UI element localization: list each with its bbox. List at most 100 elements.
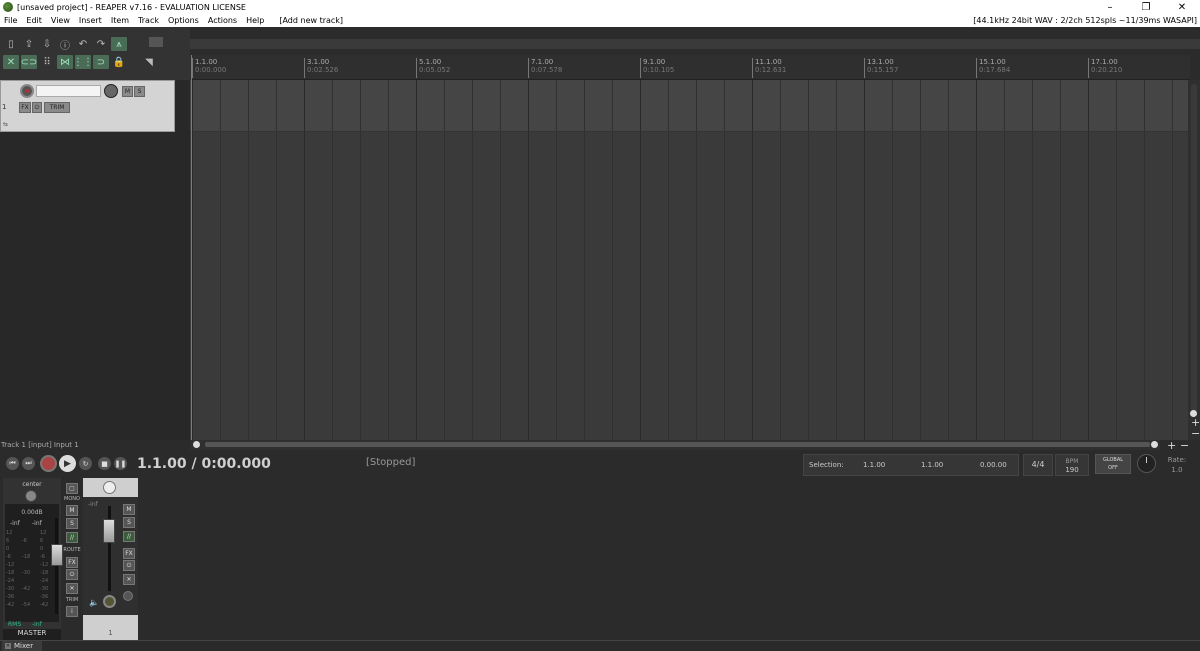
bpm-value[interactable]: 190 bbox=[1056, 466, 1088, 475]
minimize-button[interactable]: – bbox=[1092, 2, 1128, 13]
master-trim-button[interactable]: TRIM bbox=[63, 597, 81, 603]
master-solo-button[interactable]: S bbox=[66, 518, 78, 529]
menu-view[interactable]: View bbox=[47, 16, 75, 25]
menu-insert[interactable]: Insert bbox=[75, 16, 107, 25]
menu-edit[interactable]: Edit bbox=[22, 16, 47, 25]
menu-track[interactable]: Track bbox=[134, 16, 164, 25]
mono-button[interactable]: MONO bbox=[63, 496, 81, 502]
track-1-phase-icon[interactable]: // bbox=[123, 531, 135, 542]
selection-length[interactable]: 0.00.00 bbox=[980, 461, 1007, 469]
timeline-ruler[interactable]: 1.1.00 0:00.000 3.1.00 0:02.526 5.1.00 0:05… bbox=[190, 55, 1190, 80]
master-fader[interactable] bbox=[51, 544, 63, 566]
ripple-edit-icon[interactable]: ⊂⊃ bbox=[21, 55, 37, 69]
save-project-icon[interactable]: ⇩ bbox=[39, 37, 55, 51]
track-1-env-icon[interactable]: ✕ bbox=[123, 574, 135, 585]
volume-knob[interactable] bbox=[104, 84, 118, 98]
master-info-button[interactable]: i bbox=[66, 606, 78, 617]
master-fx-bypass-icon[interactable]: ⏻ bbox=[66, 569, 78, 580]
audio-device-status[interactable]: [44.1kHz 24bit WAV : 2/2ch 512spls ~11/3… bbox=[973, 16, 1200, 25]
selection-end[interactable]: 1.1.00 bbox=[921, 461, 943, 469]
menu-add-new-track[interactable]: [Add new track] bbox=[275, 16, 348, 25]
loop-icon[interactable]: ⊃ bbox=[93, 55, 109, 69]
menu-options[interactable]: Options bbox=[164, 16, 204, 25]
restore-button[interactable]: ❐ bbox=[1128, 2, 1164, 13]
open-project-icon[interactable]: ⇪ bbox=[21, 37, 37, 51]
scroll-left-icon[interactable] bbox=[193, 441, 200, 448]
fx-bypass-icon[interactable]: ⏻ bbox=[32, 102, 42, 113]
horizontal-zoom-out-icon[interactable]: − bbox=[1180, 440, 1189, 451]
trim-envelope-button[interactable]: TRIM bbox=[44, 102, 70, 113]
track-1-mute-button[interactable]: M bbox=[123, 504, 135, 515]
track-1-header[interactable]: 1 M S FX ⏻ TRIM ⇆ bbox=[0, 80, 175, 132]
menu-help[interactable]: Help bbox=[242, 16, 269, 25]
rate-value[interactable]: 1.0 bbox=[1162, 465, 1192, 475]
playback-rate-knob[interactable] bbox=[1137, 454, 1156, 473]
time-signature[interactable]: 4/4 bbox=[1023, 454, 1053, 476]
track-1-fader[interactable] bbox=[103, 519, 115, 543]
grouping-icon[interactable]: ⠿ bbox=[39, 55, 55, 69]
redo-icon[interactable]: ↷ bbox=[93, 37, 109, 51]
toolbar-corner-icon[interactable]: ◥ bbox=[141, 55, 157, 69]
envelope-move-icon[interactable]: ⋮⋮ bbox=[73, 55, 93, 69]
track-name-input[interactable] bbox=[36, 85, 101, 97]
solo-button[interactable]: S bbox=[134, 86, 145, 97]
master-env-icon[interactable]: ✕ bbox=[66, 583, 78, 594]
menu-file[interactable]: File bbox=[0, 16, 22, 25]
auto-crossfade-icon[interactable]: ⋈ bbox=[57, 55, 73, 69]
mute-button[interactable]: M bbox=[122, 86, 133, 97]
track-1-solo-button[interactable]: S bbox=[123, 517, 135, 528]
master-fx-button[interactable]: FX bbox=[66, 557, 78, 568]
menu-actions[interactable]: Actions bbox=[204, 16, 242, 25]
master-mute-button[interactable]: M bbox=[66, 505, 78, 516]
vertical-scrollbar[interactable]: + − bbox=[1188, 80, 1200, 440]
track-1-record-arm-button[interactable] bbox=[103, 595, 116, 608]
track-1-io-icon[interactable] bbox=[123, 591, 133, 601]
vertical-zoom-out-icon[interactable]: − bbox=[1191, 428, 1200, 439]
undo-icon[interactable]: ↶ bbox=[75, 37, 91, 51]
pause-button[interactable]: ❚❚ bbox=[114, 457, 127, 470]
stop-button[interactable]: ■ bbox=[98, 457, 111, 470]
selection-display[interactable]: Selection: 1.1.00 1.1.00 0.00.00 bbox=[803, 454, 1019, 476]
vertical-scroll-thumb[interactable] bbox=[1191, 84, 1197, 414]
bpm-display[interactable]: BPM 190 bbox=[1055, 454, 1089, 476]
selection-start[interactable]: 1.1.00 bbox=[863, 461, 885, 469]
go-to-start-icon[interactable]: ⏮ bbox=[6, 457, 19, 470]
playback-rate[interactable]: Rate: 1.0 bbox=[1162, 455, 1192, 475]
route-button[interactable]: ROUTE bbox=[63, 547, 81, 553]
project-settings-icon[interactable]: ⓘ bbox=[57, 37, 73, 52]
time-display[interactable]: 1.1.00 / 0:00.000 bbox=[137, 456, 271, 472]
master-pan-knob[interactable] bbox=[25, 490, 37, 502]
master-fader-track[interactable] bbox=[55, 518, 58, 614]
record-button[interactable] bbox=[40, 455, 57, 472]
ruler-mark: 15.1.00 0:17.684 bbox=[976, 58, 1010, 78]
horizontal-scrollbar[interactable] bbox=[190, 440, 1160, 450]
close-icon[interactable]: ✕ bbox=[5, 643, 11, 649]
master-phase-icon[interactable]: // bbox=[66, 532, 78, 543]
track-1-pan-knob[interactable] bbox=[103, 481, 116, 494]
horizontal-scroll-thumb[interactable] bbox=[205, 442, 1150, 447]
menu-item[interactable]: Item bbox=[107, 16, 134, 25]
toolbar-toggle-icon[interactable] bbox=[149, 37, 163, 47]
fx-button[interactable]: FX bbox=[19, 102, 31, 113]
track-1-fx-bypass-icon[interactable]: ⏻ bbox=[123, 560, 135, 571]
lock-icon[interactable]: 🔒 bbox=[111, 55, 127, 69]
new-project-icon[interactable]: ▯ bbox=[3, 37, 19, 51]
go-to-end-icon[interactable]: ⏭ bbox=[22, 457, 35, 470]
track-1-fx-button[interactable]: FX bbox=[123, 548, 135, 559]
repeat-icon[interactable]: ↻ bbox=[79, 457, 92, 470]
master-volume-db[interactable]: 0.00dB bbox=[3, 509, 61, 516]
scroll-right-icon[interactable] bbox=[1151, 441, 1158, 448]
record-arm-button[interactable] bbox=[20, 84, 34, 98]
grid-line bbox=[584, 80, 585, 440]
arrange-view[interactable] bbox=[190, 80, 1188, 440]
metronome-icon[interactable]: ⩚ bbox=[111, 37, 127, 51]
grid-snap-icon[interactable]: ✕ bbox=[3, 55, 19, 69]
horizontal-zoom-in-icon[interactable]: + bbox=[1167, 440, 1176, 451]
track-io-icon[interactable]: ⇆ bbox=[3, 121, 8, 128]
speaker-icon[interactable]: 🔈 bbox=[89, 598, 99, 607]
close-button[interactable]: ✕ bbox=[1164, 2, 1200, 13]
play-button[interactable]: ▶ bbox=[59, 455, 76, 472]
track-1-lane[interactable] bbox=[190, 80, 1188, 132]
global-automation-button[interactable]: GLOBAL OFF bbox=[1095, 454, 1131, 474]
master-io-icon[interactable]: ▢ bbox=[66, 483, 78, 494]
